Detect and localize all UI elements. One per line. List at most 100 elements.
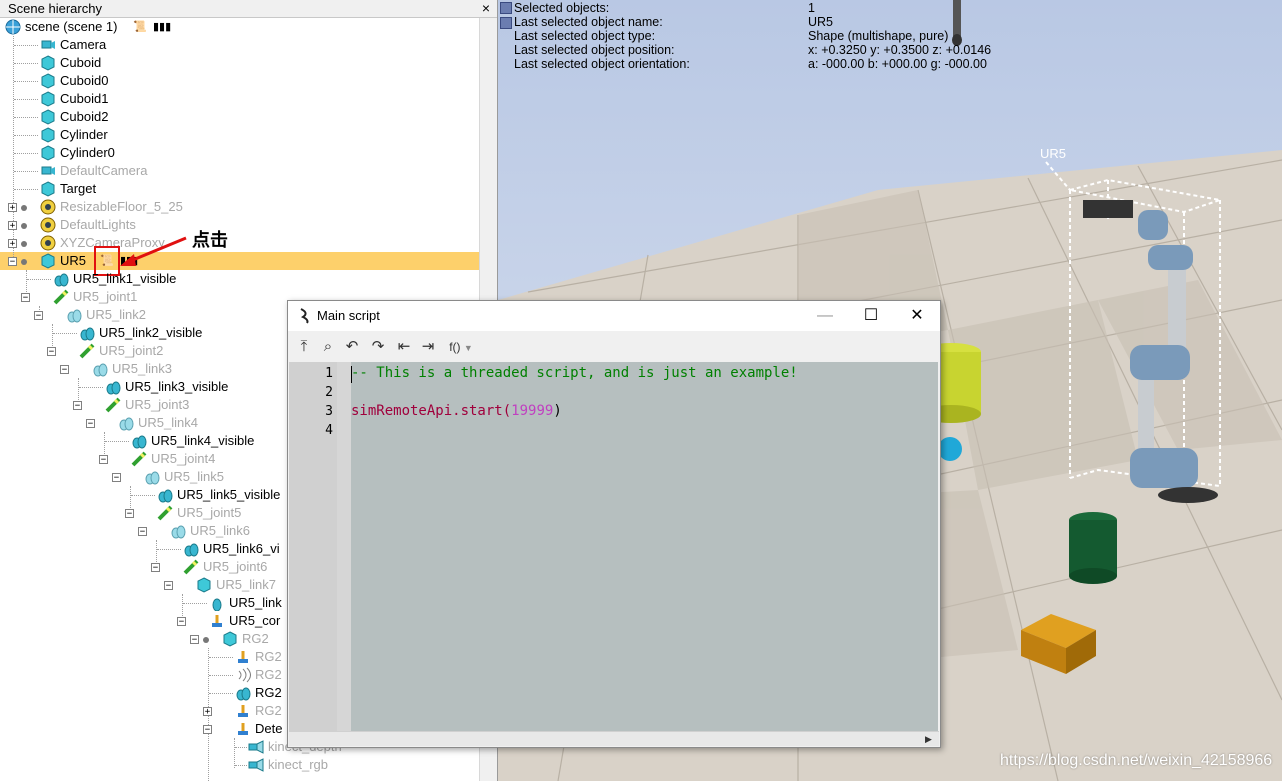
fold-margin — [337, 362, 351, 731]
info-value: Shape (multishape, pure) — [808, 29, 949, 43]
selection-info-overlay: Selected objects: 1 Last selected object… — [500, 0, 1020, 76]
shape-icon — [132, 435, 147, 449]
joint-icon — [79, 343, 95, 359]
code-editor[interactable]: -- This is a threaded script, and is jus… — [351, 362, 938, 731]
expand-toggle[interactable]: + — [8, 221, 17, 231]
collapse-toggle[interactable]: − — [203, 725, 212, 735]
cube-icon — [41, 55, 55, 71]
shape-icon — [80, 327, 95, 341]
scroll-right-icon[interactable]: ▶ — [925, 732, 932, 746]
cube-icon — [41, 73, 55, 89]
joint-icon — [183, 559, 199, 575]
camera-icon — [41, 40, 55, 49]
collapse-toggle[interactable]: − — [138, 527, 147, 537]
cube-icon — [41, 181, 55, 197]
shape-icon — [184, 543, 199, 557]
line-number: 1 — [325, 366, 333, 381]
collapse-toggle[interactable]: − — [125, 509, 134, 519]
collapse-toggle[interactable]: − — [86, 419, 95, 429]
overlay-toggle-icon[interactable] — [500, 2, 512, 14]
collapse-toggle[interactable]: − — [151, 563, 160, 573]
horizontal-scrollbar[interactable]: ▶ — [289, 731, 939, 746]
line-number: 4 — [325, 423, 333, 438]
bars-icon: ▮▮▮ — [153, 21, 172, 33]
shape-icon — [54, 273, 69, 287]
info-label: Last selected object type: — [514, 29, 656, 43]
shape-icon — [119, 417, 134, 431]
collapse-toggle[interactable]: − — [177, 617, 186, 627]
collapse-toggle[interactable]: − — [99, 455, 108, 465]
expand-toggle[interactable]: + — [8, 203, 17, 213]
info-value: 1 — [808, 1, 815, 15]
undo-icon[interactable]: ↶ — [342, 337, 362, 357]
shape-icon — [158, 489, 173, 503]
dummy-icon — [238, 651, 248, 663]
app-logo-icon — [300, 308, 309, 324]
overlay-toggle-icon[interactable] — [500, 17, 512, 29]
collapse-toggle[interactable]: − — [73, 401, 82, 411]
collapse-toggle[interactable]: − — [164, 581, 173, 591]
info-value: UR5 — [808, 15, 834, 29]
cube-icon — [223, 631, 237, 647]
shape-icon — [212, 598, 222, 611]
expand-toggle[interactable]: + — [8, 239, 17, 249]
shape-icon — [67, 309, 82, 323]
dummy-icon — [238, 723, 248, 735]
hierarchy-close-icon[interactable]: × — [479, 1, 493, 15]
dummy-icon — [212, 615, 222, 627]
info-value: x: +0.3250 y: +0.3500 z: +0.0146 — [808, 43, 992, 57]
viewport-object-label: UR5 — [1040, 146, 1066, 161]
script-titlebar[interactable]: Main script — ☐ ✕ — [288, 301, 940, 331]
indent-icon[interactable]: ⇥ — [418, 337, 438, 357]
joint-icon — [53, 289, 69, 305]
expand-toggle[interactable]: + — [203, 707, 212, 717]
cube-icon — [41, 109, 55, 125]
joint-icon — [131, 451, 147, 467]
search-icon[interactable]: ⌕ — [318, 337, 338, 357]
dummy-icon — [238, 705, 248, 717]
shape-icon — [106, 381, 121, 395]
collapse-toggle[interactable]: − — [112, 473, 121, 483]
joint-icon — [105, 397, 121, 413]
info-label: Last selected object name: — [514, 15, 663, 29]
code-line: -- This is a threaded script, and is jus… — [351, 365, 798, 381]
shape-icon — [145, 471, 160, 485]
info-label: Selected objects: — [514, 1, 610, 15]
main-script-window[interactable]: Main script — ☐ ✕ ⤒ ⌕ ↶ ↷ ⇤ ⇥ f() ▼ 1 2 … — [287, 300, 941, 748]
info-label: Last selected object orientation: — [514, 57, 690, 71]
close-button[interactable]: ✕ — [894, 301, 940, 331]
globe-icon — [5, 19, 21, 35]
cube-icon — [41, 253, 55, 269]
collapse-toggle[interactable]: − — [34, 311, 43, 321]
outdent-icon[interactable]: ⇤ — [394, 337, 414, 357]
model-icon — [40, 199, 56, 215]
info-value: a: -000.00 b: +000.00 g: -000.00 — [808, 57, 987, 71]
collapse-toggle[interactable]: − — [8, 257, 17, 267]
upload-icon[interactable]: ⤒ — [294, 337, 314, 357]
minimize-button[interactable]: — — [802, 301, 848, 331]
maximize-button[interactable]: ☐ — [848, 301, 894, 331]
script-icon[interactable]: 📜 — [100, 252, 114, 270]
hierarchy-title-text: Scene hierarchy — [8, 1, 102, 16]
function-menu-button[interactable]: f() ▼ — [444, 337, 478, 357]
code-line: simRemoteApi.start(19999) — [351, 403, 562, 419]
cube-icon — [41, 145, 55, 161]
redo-icon[interactable]: ↷ — [368, 337, 388, 357]
script-window-title: Main script — [317, 308, 380, 323]
collapse-toggle[interactable]: − — [60, 365, 69, 375]
shape-icon — [236, 687, 251, 701]
vision-sensor-icon — [248, 758, 264, 772]
collapse-toggle[interactable]: − — [47, 347, 56, 357]
joint-icon — [157, 505, 173, 521]
line-number: 2 — [325, 385, 333, 400]
line-number-gutter: 1 2 3 4 — [289, 362, 337, 731]
script-icon[interactable]: 📜 — [133, 18, 147, 36]
camera-icon — [41, 166, 55, 175]
annotation-text: 点击 — [192, 230, 228, 250]
shape-icon — [171, 525, 186, 539]
collapse-toggle[interactable]: − — [21, 293, 30, 303]
cube-icon — [41, 91, 55, 107]
collapse-toggle[interactable]: − — [190, 635, 199, 645]
cube-icon — [197, 577, 211, 593]
line-number: 3 — [325, 404, 333, 419]
